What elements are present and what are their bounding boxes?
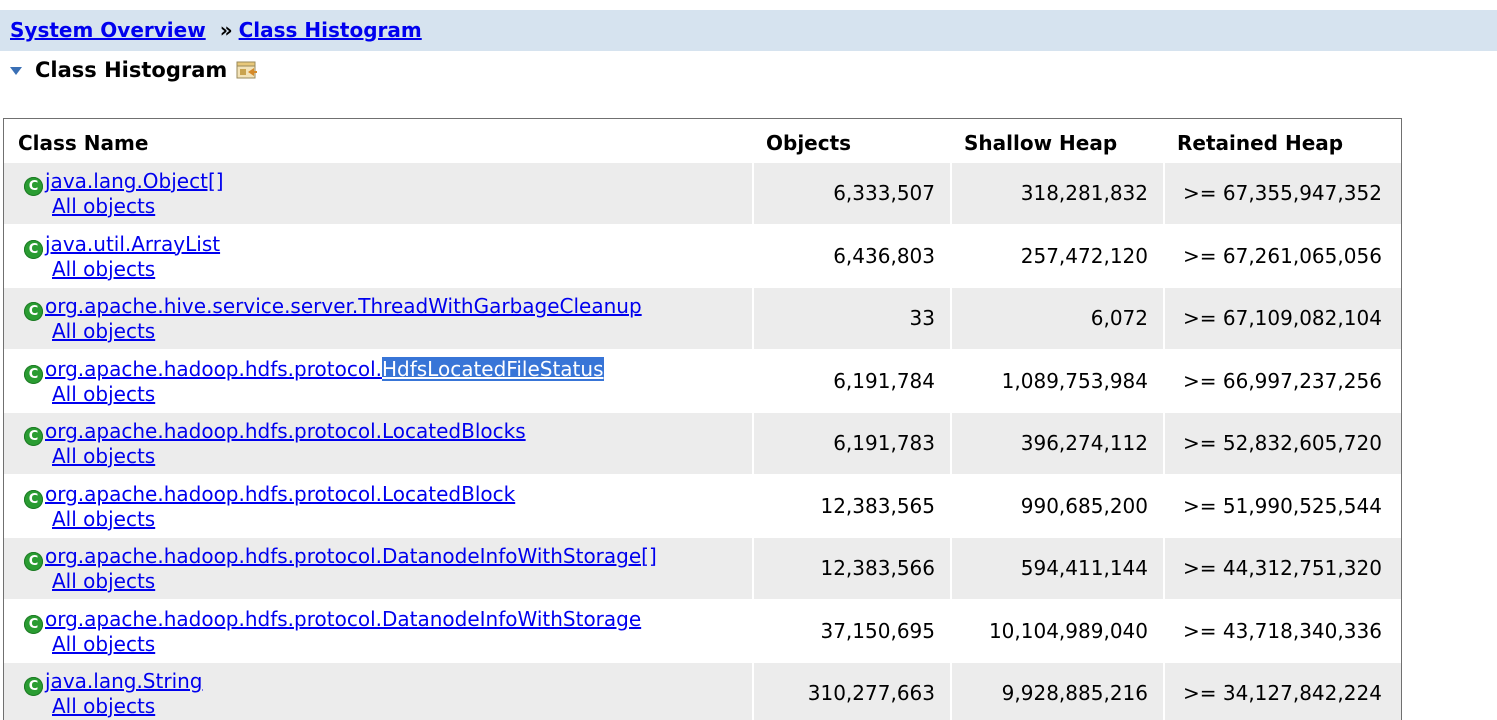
- class-icon: C: [24, 302, 43, 321]
- page-title: Class Histogram: [35, 58, 228, 82]
- retained-heap-cell: >= 43,718,340,336: [1163, 598, 1401, 661]
- class-name-text: org.apache.hadoop.hdfs.protocol.: [45, 356, 382, 381]
- shallow-heap-cell: 594,411,144: [950, 536, 1163, 599]
- class-name-cell: Corg.apache.hadoop.hdfs.protocol.Datanod…: [4, 536, 752, 599]
- objects-cell: 6,191,783: [752, 411, 950, 474]
- class-name-cell: Corg.apache.hadoop.hdfs.protocol.Located…: [4, 473, 752, 536]
- class-icon: C: [24, 614, 43, 634]
- class-name-link[interactable]: org.apache.hadoop.hdfs.protocol.LocatedB…: [45, 482, 515, 506]
- class-histogram-table: Class Name Objects Shallow Heap Retained…: [3, 118, 1402, 720]
- class-name-cell: Cjava.lang.Object[] All objects: [4, 161, 752, 224]
- table-row[interactable]: Cjava.lang.String All objects 310,277,66…: [4, 661, 1401, 720]
- retained-heap-cell: >= 34,127,842,224: [1163, 661, 1401, 720]
- class-name-cell: Corg.apache.hadoop.hdfs.protocol.Datanod…: [4, 598, 752, 661]
- objects-cell: 310,277,663: [752, 661, 950, 720]
- all-objects-link[interactable]: All objects: [52, 382, 752, 406]
- class-icon: C: [24, 364, 43, 384]
- export-icon[interactable]: [236, 60, 258, 80]
- objects-cell: 37,150,695: [752, 598, 950, 661]
- shallow-heap-cell: 396,274,112: [950, 411, 1163, 474]
- objects-cell: 6,333,507: [752, 161, 950, 224]
- class-name-text: org.apache.hadoop.hdfs.protocol.LocatedB…: [45, 419, 526, 443]
- shallow-heap-cell: 990,685,200: [950, 473, 1163, 536]
- retained-heap-cell: >= 44,312,751,320: [1163, 536, 1401, 599]
- all-objects-link[interactable]: All objects: [52, 694, 752, 718]
- class-name-cell: Cjava.util.ArrayList All objects: [4, 223, 752, 286]
- all-objects-link[interactable]: All objects: [52, 632, 752, 656]
- all-objects-link[interactable]: All objects: [52, 507, 752, 531]
- all-objects-link[interactable]: All objects: [52, 319, 752, 343]
- breadcrumb-separator: »: [219, 18, 233, 42]
- class-icon: C: [24, 552, 43, 571]
- class-name-text: java.util.ArrayList: [45, 231, 221, 256]
- class-name-cell: Corg.apache.hadoop.hdfs.protocol.HdfsLoc…: [4, 348, 752, 411]
- shallow-heap-cell: 257,472,120: [950, 223, 1163, 286]
- all-objects-link[interactable]: All objects: [52, 444, 752, 468]
- class-name-link[interactable]: org.apache.hadoop.hdfs.protocol.Datanode…: [45, 607, 641, 631]
- class-name-link[interactable]: org.apache.hive.service.server.ThreadWit…: [45, 294, 642, 318]
- objects-cell: 6,436,803: [752, 223, 950, 286]
- shallow-heap-cell: 10,104,989,040: [950, 598, 1163, 661]
- class-name-text: org.apache.hadoop.hdfs.protocol.Datanode…: [45, 544, 657, 568]
- table-header-row: Class Name Objects Shallow Heap Retained…: [4, 119, 1401, 161]
- all-objects-link[interactable]: All objects: [52, 194, 752, 218]
- class-name-cell: Cjava.lang.String All objects: [4, 661, 752, 720]
- objects-cell: 6,191,784: [752, 348, 950, 411]
- column-header-objects[interactable]: Objects: [752, 119, 950, 161]
- table-row[interactable]: Corg.apache.hadoop.hdfs.protocol.Datanod…: [4, 536, 1401, 599]
- retained-heap-cell: >= 67,355,947,352: [1163, 161, 1401, 224]
- class-name-link[interactable]: org.apache.hadoop.hdfs.protocol.LocatedB…: [45, 419, 526, 443]
- class-name-cell: Corg.apache.hive.service.server.ThreadWi…: [4, 286, 752, 349]
- table-row[interactable]: Cjava.util.ArrayList All objects 6,436,8…: [4, 223, 1401, 286]
- table-row[interactable]: Corg.apache.hadoop.hdfs.protocol.HdfsLoc…: [4, 348, 1401, 411]
- class-name-link[interactable]: java.lang.Object[]: [45, 169, 224, 193]
- retained-heap-cell: >= 67,109,082,104: [1163, 286, 1401, 349]
- shallow-heap-cell: 318,281,832: [950, 161, 1163, 224]
- class-name-text: java.lang.Object[]: [45, 169, 224, 193]
- class-icon: C: [24, 427, 43, 446]
- objects-cell: 12,383,565: [752, 473, 950, 536]
- breadcrumb-system-overview-link[interactable]: System Overview: [10, 18, 206, 42]
- class-name-link[interactable]: org.apache.hadoop.hdfs.protocol.HdfsLoca…: [45, 356, 604, 381]
- section-header: Class Histogram: [10, 55, 258, 85]
- class-name-cell: Corg.apache.hadoop.hdfs.protocol.Located…: [4, 411, 752, 474]
- objects-cell: 12,383,566: [752, 536, 950, 599]
- class-name-link[interactable]: org.apache.hadoop.hdfs.protocol.Datanode…: [45, 544, 657, 568]
- retained-heap-cell: >= 67,261,065,056: [1163, 223, 1401, 286]
- shallow-heap-cell: 6,072: [950, 286, 1163, 349]
- class-name-text: org.apache.hadoop.hdfs.protocol.LocatedB…: [45, 481, 516, 506]
- table-row[interactable]: Corg.apache.hadoop.hdfs.protocol.Datanod…: [4, 598, 1401, 661]
- shallow-heap-cell: 9,928,885,216: [950, 661, 1163, 720]
- class-name-text: org.apache.hive.service.server.ThreadWit…: [45, 294, 642, 318]
- class-icon: C: [24, 239, 43, 259]
- column-header-retained-heap[interactable]: Retained Heap: [1163, 119, 1401, 161]
- table-row[interactable]: Corg.apache.hadoop.hdfs.protocol.Located…: [4, 473, 1401, 536]
- class-name-link[interactable]: java.util.ArrayList: [45, 232, 220, 256]
- breadcrumb-class-histogram-link[interactable]: Class Histogram: [239, 18, 422, 42]
- class-name-selection[interactable]: HdfsLocatedFileStatus: [381, 356, 604, 381]
- retained-heap-cell: >= 51,990,525,544: [1163, 473, 1401, 536]
- retained-heap-cell: >= 66,997,237,256: [1163, 348, 1401, 411]
- class-icon: C: [24, 177, 43, 196]
- class-icon: C: [24, 489, 43, 509]
- table-row[interactable]: Corg.apache.hadoop.hdfs.protocol.Located…: [4, 411, 1401, 474]
- table-row[interactable]: Corg.apache.hive.service.server.ThreadWi…: [4, 286, 1401, 349]
- column-header-shallow-heap[interactable]: Shallow Heap: [950, 119, 1163, 161]
- class-name-text: java.lang.String: [45, 669, 203, 693]
- shallow-heap-cell: 1,089,753,984: [950, 348, 1163, 411]
- column-header-class-name[interactable]: Class Name: [4, 119, 752, 161]
- table-row[interactable]: Cjava.lang.Object[] All objects 6,333,50…: [4, 161, 1401, 224]
- class-name-text: org.apache.hadoop.hdfs.protocol.Datanode…: [45, 606, 642, 631]
- objects-cell: 33: [752, 286, 950, 349]
- collapse-triangle-icon[interactable]: [10, 67, 22, 75]
- class-icon: C: [24, 677, 43, 696]
- breadcrumb: System Overview » Class Histogram: [0, 10, 1497, 51]
- all-objects-link[interactable]: All objects: [52, 569, 752, 593]
- retained-heap-cell: >= 52,832,605,720: [1163, 411, 1401, 474]
- class-name-link[interactable]: java.lang.String: [45, 669, 203, 693]
- all-objects-link[interactable]: All objects: [52, 257, 752, 281]
